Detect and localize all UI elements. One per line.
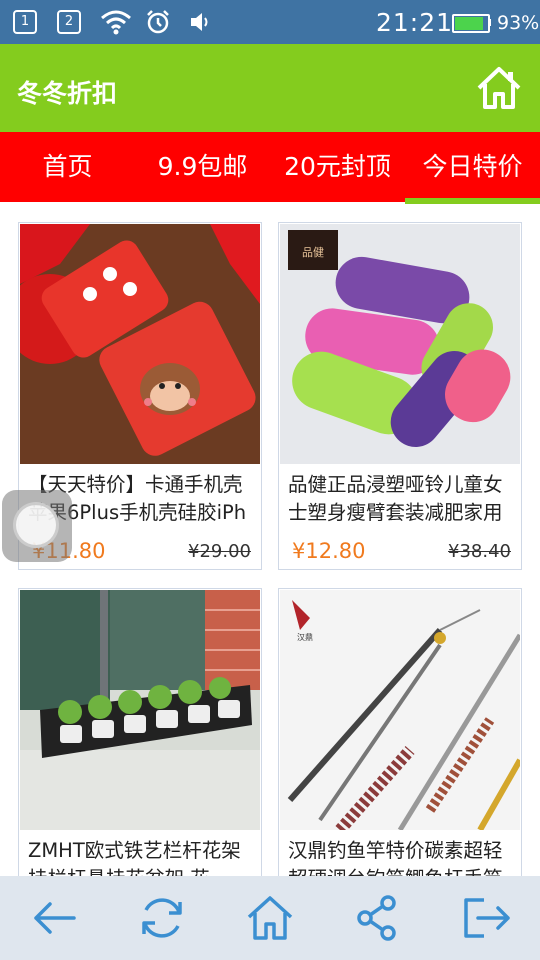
product-original-price: ¥29.00 bbox=[188, 541, 251, 562]
product-image[interactable]: 品健 bbox=[280, 224, 520, 464]
exit-icon[interactable] bbox=[460, 892, 512, 944]
wifi-icon bbox=[101, 10, 131, 35]
svg-text:品健: 品健 bbox=[302, 246, 324, 259]
tab-home[interactable]: 首页 bbox=[0, 132, 135, 202]
sim1-icon: 1 bbox=[13, 10, 37, 34]
home-icon[interactable] bbox=[475, 64, 523, 112]
battery-icon bbox=[452, 14, 490, 33]
home-icon[interactable] bbox=[244, 892, 296, 944]
alarm-icon bbox=[147, 10, 169, 34]
bottom-toolbar bbox=[0, 876, 540, 960]
product-title[interactable]: 品健正品浸塑哑铃儿童女士塑身瘦臂套装减肥家用 bbox=[288, 471, 516, 527]
floating-assist-button[interactable] bbox=[2, 490, 72, 562]
svg-text:汉鼎: 汉鼎 bbox=[297, 633, 313, 642]
volume-icon bbox=[191, 13, 208, 31]
product-image[interactable] bbox=[20, 224, 260, 464]
product-image[interactable] bbox=[20, 590, 260, 830]
product-original-price: ¥38.40 bbox=[448, 541, 511, 562]
back-icon[interactable] bbox=[28, 892, 80, 944]
category-tabs: 首页 9.9包邮 20元封顶 今日特价 bbox=[0, 132, 540, 204]
product-image[interactable]: 汉鼎 bbox=[280, 590, 520, 830]
product-card[interactable]: 汉鼎 汉鼎钓鱼竿特价碳素超轻超硬调台钓竿鲫鱼杆手竿 bbox=[278, 588, 522, 890]
refresh-icon[interactable] bbox=[136, 892, 188, 944]
app-header: 冬冬折扣 bbox=[0, 44, 540, 132]
active-tab-indicator bbox=[405, 198, 540, 204]
sim2-icon: 2 bbox=[57, 10, 81, 34]
product-card[interactable]: 品健 品健正品浸塑哑铃儿童女士塑身瘦臂套装减肥家用 ¥12.80 ¥38.40 bbox=[278, 222, 522, 570]
tab-20-yuan-cap[interactable]: 20元封顶 bbox=[270, 132, 405, 202]
tab-today-special[interactable]: 今日特价 bbox=[405, 132, 540, 202]
share-icon[interactable] bbox=[352, 892, 404, 944]
status-bar: 1 2 21:21 93% bbox=[0, 0, 540, 44]
tab-9-9-free-shipping[interactable]: 9.9包邮 bbox=[135, 132, 270, 202]
battery-percent: 93% bbox=[497, 12, 540, 34]
app-title: 冬冬折扣 bbox=[17, 79, 118, 108]
assist-dot-icon bbox=[13, 502, 59, 548]
product-price: ¥12.80 bbox=[292, 539, 366, 563]
clock: 21:21 bbox=[376, 8, 454, 37]
product-card[interactable]: ZMHT欧式铁艺栏杆花架挂栏杆悬挂花盆架 花 bbox=[18, 588, 262, 890]
